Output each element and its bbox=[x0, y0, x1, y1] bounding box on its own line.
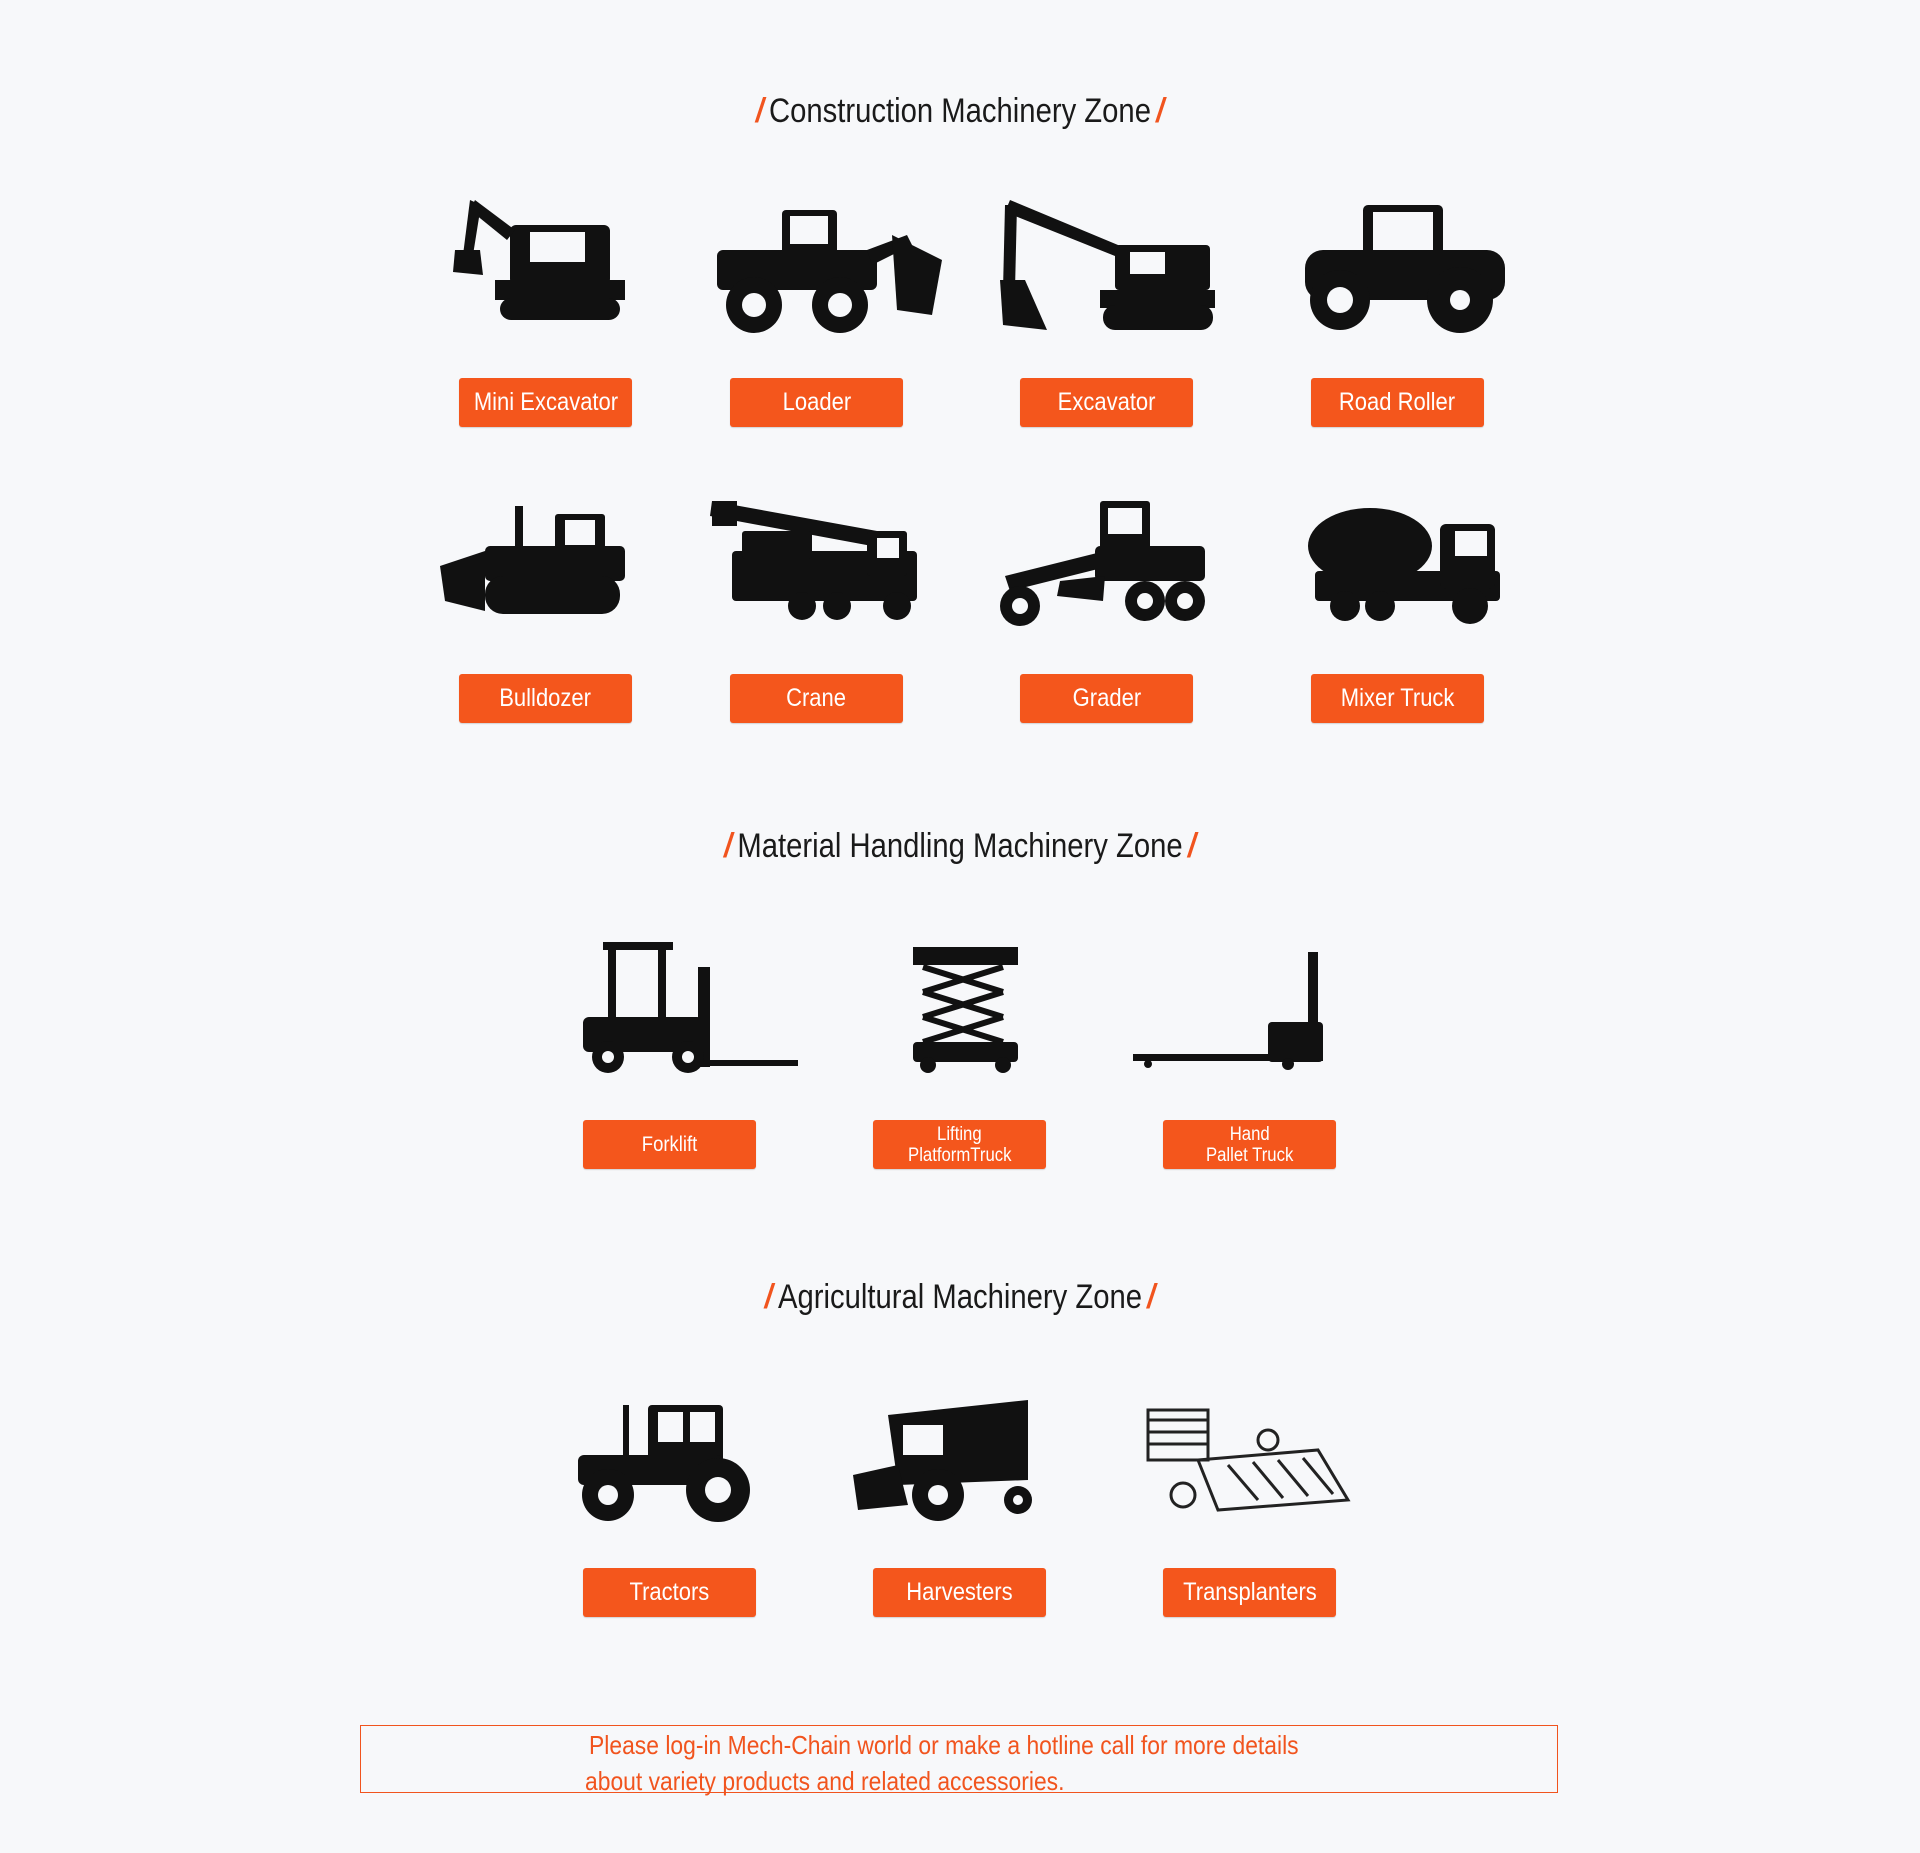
item-mixer-truck[interactable]: Mixer Truck bbox=[1275, 476, 1535, 736]
item-transplanters[interactable]: Transplanters bbox=[1118, 1370, 1378, 1630]
forklift-button[interactable]: Forklift bbox=[583, 1120, 756, 1169]
transplanter-icon bbox=[1118, 1370, 1378, 1540]
lifting-platform-icon bbox=[828, 922, 1088, 1092]
item-hand-pallet-truck[interactable]: Hand Pallet Truck bbox=[1118, 922, 1378, 1182]
crane-icon bbox=[692, 476, 952, 646]
excavator-button[interactable]: Excavator bbox=[1020, 378, 1193, 427]
construction-zone-title: / Construction Machinery Zone / bbox=[755, 92, 1165, 130]
notice-line-2: about variety products and related acces… bbox=[585, 1766, 1065, 1796]
road-roller-button[interactable]: Road Roller bbox=[1311, 378, 1484, 427]
item-harvesters[interactable]: Harvesters bbox=[828, 1370, 1088, 1630]
item-grader[interactable]: Grader bbox=[985, 476, 1245, 736]
item-crane[interactable]: Crane bbox=[692, 476, 952, 736]
loader-button[interactable]: Loader bbox=[730, 378, 903, 427]
notice-line-1: Please log-in Mech-Chain world or make a… bbox=[589, 1730, 1299, 1760]
mini-excavator-button[interactable]: Mini Excavator bbox=[459, 378, 632, 427]
bulldozer-icon bbox=[415, 476, 675, 646]
transplanters-button[interactable]: Transplanters bbox=[1163, 1568, 1336, 1617]
tractors-button[interactable]: Tractors bbox=[583, 1568, 756, 1617]
item-lifting-platform-truck[interactable]: Lifting PlatformTruck bbox=[828, 922, 1088, 1182]
item-road-roller[interactable]: Road Roller bbox=[1275, 180, 1535, 440]
forklift-icon bbox=[538, 922, 798, 1092]
grader-icon bbox=[985, 476, 1245, 646]
item-bulldozer[interactable]: Bulldozer bbox=[415, 476, 675, 736]
mini-excavator-icon bbox=[415, 180, 675, 350]
tractor-icon bbox=[538, 1370, 798, 1540]
item-mini-excavator[interactable]: Mini Excavator bbox=[415, 180, 675, 440]
item-forklift[interactable]: Forklift bbox=[538, 922, 798, 1182]
hand-pallet-truck-button[interactable]: Hand Pallet Truck bbox=[1163, 1120, 1336, 1169]
harvesters-button[interactable]: Harvesters bbox=[873, 1568, 1046, 1617]
road-roller-icon bbox=[1275, 180, 1535, 350]
agricultural-zone-title: / Agricultural Machinery Zone / bbox=[764, 1278, 1156, 1316]
mixer-truck-icon bbox=[1275, 476, 1535, 646]
item-excavator[interactable]: Excavator bbox=[985, 180, 1245, 440]
loader-icon bbox=[692, 180, 952, 350]
excavator-icon bbox=[985, 180, 1245, 350]
mixer-truck-button[interactable]: Mixer Truck bbox=[1311, 674, 1484, 723]
item-tractors[interactable]: Tractors bbox=[538, 1370, 798, 1630]
grader-button[interactable]: Grader bbox=[1020, 674, 1193, 723]
item-loader[interactable]: Loader bbox=[692, 180, 952, 440]
crane-button[interactable]: Crane bbox=[730, 674, 903, 723]
bulldozer-button[interactable]: Bulldozer bbox=[459, 674, 632, 723]
lifting-platform-truck-button[interactable]: Lifting PlatformTruck bbox=[873, 1120, 1046, 1169]
notice-box: Please log-in Mech-Chain world or make a… bbox=[360, 1725, 1558, 1796]
material-zone-title: / Material Handling Machinery Zone / bbox=[724, 827, 1196, 865]
harvester-icon bbox=[828, 1370, 1088, 1540]
hand-pallet-truck-icon bbox=[1118, 922, 1378, 1092]
